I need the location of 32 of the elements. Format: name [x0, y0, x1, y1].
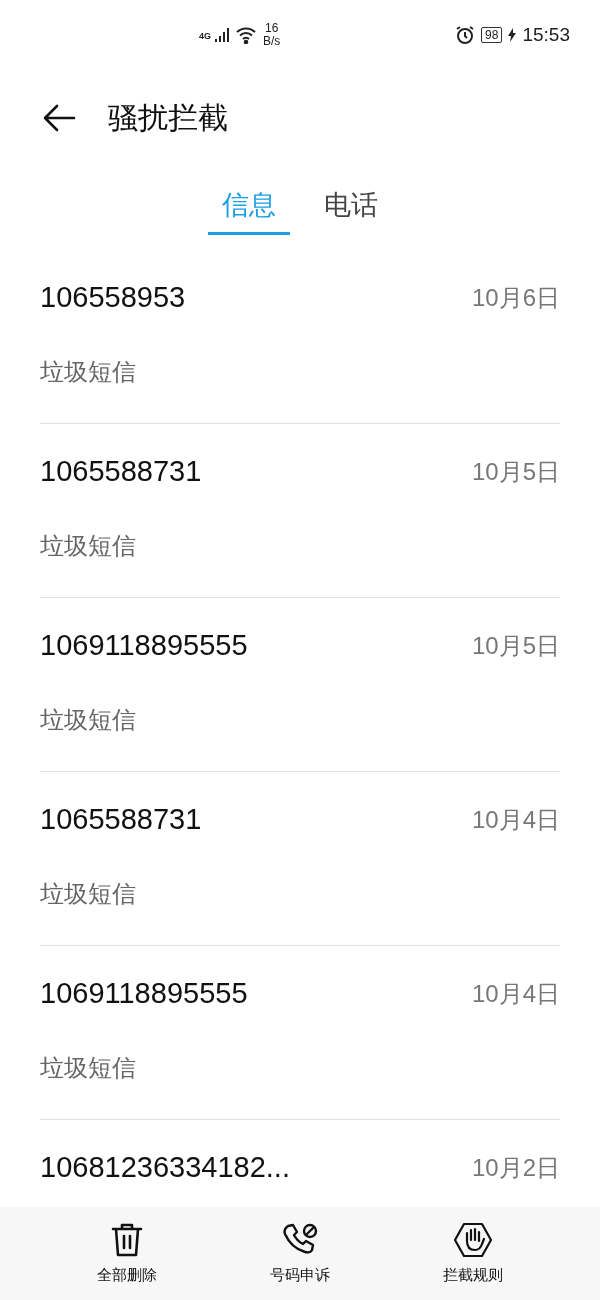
message-date: 10月5日: [471, 630, 560, 661]
message-category: 垃圾短信: [40, 530, 137, 561]
message-category: 垃圾短信: [40, 704, 137, 735]
alarm-icon: [455, 25, 476, 45]
message-date: 10月5日: [471, 456, 560, 487]
signal-icon: [215, 27, 231, 43]
phone-number: 10681236334182...: [40, 1150, 290, 1185]
battery-indicator: 98: [481, 27, 503, 43]
message-date: 10月2日: [471, 1152, 560, 1183]
back-arrow-icon: [42, 103, 76, 132]
message-category: 垃圾短信: [40, 356, 137, 387]
message-date: 10月4日: [471, 978, 560, 1009]
phone-number: 1065588731: [40, 454, 202, 489]
message-date: 10月4日: [471, 804, 560, 835]
toolbar-button[interactable]: 拦截规则: [408, 1220, 539, 1287]
wifi-icon: [235, 26, 257, 44]
phone-number: 1069118895555: [40, 976, 248, 1011]
speed-value: 16: [265, 22, 279, 35]
toolbar-button[interactable]: 号码申诉: [235, 1220, 365, 1287]
clock: 15:53: [522, 22, 570, 47]
message-date: 10月6日: [471, 282, 560, 313]
phone-number: 106558953: [40, 280, 186, 315]
page-title: 骚扰拦截: [108, 100, 228, 136]
message-category: 垃圾短信: [40, 1052, 137, 1083]
phone-number: 1065588731: [40, 802, 202, 837]
message-category: 垃圾短信: [40, 878, 137, 909]
tab[interactable]: 电话: [310, 185, 392, 235]
speed-unit: B/s: [263, 35, 281, 48]
phone-number: 1069118895555: [40, 628, 248, 663]
network-type: 4G: [199, 30, 211, 43]
toolbar-button[interactable]: 全部删除: [61, 1220, 192, 1287]
charging-icon: [508, 28, 517, 42]
